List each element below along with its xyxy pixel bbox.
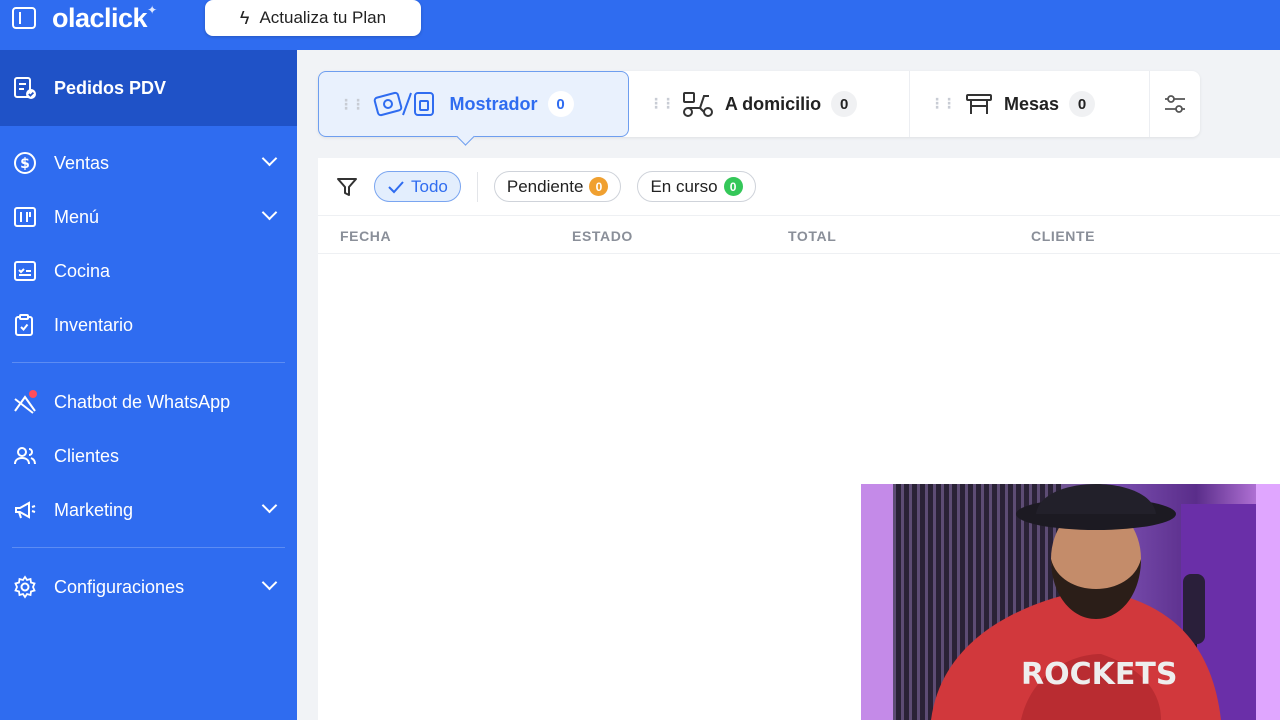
sidebar-item-clientes[interactable]: Clientes [0,429,297,483]
sliders-icon [1165,95,1185,113]
sidebar-item-marketing[interactable]: Marketing [0,483,297,537]
sidebar-item-label: Configuraciones [54,576,185,597]
orders-table-header: FECHA ESTADO TOTAL CLIENTE [318,216,1280,254]
filter-count-badge: 0 [723,177,743,196]
filter-chip-pendiente[interactable]: Pendiente 0 [493,171,622,202]
tab-label: A domicilio [724,93,822,114]
filter-divider [476,171,478,202]
megaphone-icon [12,497,38,523]
dollar-icon: $ [12,150,38,176]
svg-text:$: $ [20,156,30,172]
logo: olaclick✦ [52,3,157,34]
hoodie-text: ROCKETS [1021,657,1177,692]
sidebar-item-label: Chatbot de WhatsApp [54,391,231,412]
column-header-estado[interactable]: ESTADO [572,228,633,244]
sidebar-item-chatbot-whatsapp[interactable]: Chatbot de WhatsApp [0,375,297,429]
sidebar-item-label: Cocina [54,260,111,281]
tab-mostrador[interactable]: ⋮⋮ Mostrador 0 [318,71,629,137]
logo-text: olaclick [52,3,148,33]
drag-handle-icon[interactable]: ⋮⋮ [649,95,675,112]
sidebar: Pedidos PDV $ Ventas Menú Cocina Inventa… [0,50,297,720]
sidebar-item-ventas[interactable]: $ Ventas [0,136,297,190]
tab-settings-button[interactable] [1150,71,1200,137]
tab-count-badge: 0 [547,91,574,117]
sidebar-item-pedidos-pdv[interactable]: Pedidos PDV [0,50,297,126]
sidebar-item-label: Inventario [54,314,134,335]
tab-label: Mesas [1003,93,1060,114]
tab-mesas[interactable]: ⋮⋮ Mesas 0 [910,71,1150,137]
users-icon [12,443,38,469]
lightning-icon: ϟ [239,7,250,28]
webcam-person-image: ROCKETS [861,484,1280,720]
tab-count-badge: 0 [831,91,858,117]
sidebar-item-cocina[interactable]: Cocina [0,244,297,298]
tab-label: Mostrador [449,93,538,114]
sidebar-item-label: Marketing [54,499,134,520]
scooter-icon [682,92,713,117]
webcam-overlay: ROCKETS [861,484,1280,720]
status-filters: Todo Pendiente 0 En curso 0 [318,158,1280,216]
filter-icon[interactable] [336,176,358,198]
sidebar-collapse-icon[interactable] [12,7,36,29]
filter-chip-en-curso[interactable]: En curso 0 [637,171,756,202]
kitchen-icon [12,258,38,284]
chevron-down-icon[interactable] [261,150,278,167]
sidebar-item-label: Ventas [54,152,110,173]
chevron-down-icon[interactable] [261,574,278,591]
upgrade-plan-button[interactable]: ϟ Actualiza tu Plan [205,0,421,36]
sidebar-item-menu[interactable]: Menú [0,190,297,244]
filter-chip-label: Todo [411,176,448,196]
orders-icon [14,77,36,99]
clipboard-icon [12,312,38,338]
counter-icon [374,91,435,117]
check-icon [388,180,404,193]
chevron-down-icon[interactable] [261,497,278,514]
sidebar-divider [12,362,285,363]
logo-spark-icon: ✦ [147,3,157,17]
upgrade-plan-label: Actualiza tu Plan [259,8,387,27]
tab-a-domicilio[interactable]: ⋮⋮ A domicilio 0 [629,71,910,137]
filter-count-badge: 0 [589,177,609,196]
column-header-cliente[interactable]: CLIENTE [1031,228,1095,244]
chevron-down-icon[interactable] [261,204,278,221]
drag-handle-icon[interactable]: ⋮⋮ [339,96,365,113]
sidebar-item-label: Pedidos PDV [54,77,167,98]
column-header-fecha[interactable]: FECHA [340,228,391,244]
sidebar-divider [12,547,285,548]
sidebar-item-label: Clientes [54,445,120,466]
microphone [1183,574,1205,644]
chatbot-icon [12,389,38,415]
sidebar-item-inventario[interactable]: Inventario [0,298,297,352]
filter-chip-todo[interactable]: Todo [374,171,461,202]
menu-book-icon [12,204,38,230]
filter-chip-label: Pendiente [506,176,584,196]
order-type-tabs: ⋮⋮ Mostrador 0 ⋮⋮ A domicilio 0 ⋮⋮ Mesas… [318,71,1200,137]
sidebar-item-configuraciones[interactable]: Configuraciones [0,560,297,614]
gear-icon [12,574,38,600]
column-header-total[interactable]: TOTAL [788,228,836,244]
tab-count-badge: 0 [1069,91,1096,117]
top-bar: olaclick✦ ϟ Actualiza tu Plan [0,0,1280,50]
filter-chip-label: En curso [650,176,718,196]
sidebar-item-label: Menú [54,206,100,227]
drag-handle-icon[interactable]: ⋮⋮ [930,95,956,112]
table-icon [965,94,992,114]
